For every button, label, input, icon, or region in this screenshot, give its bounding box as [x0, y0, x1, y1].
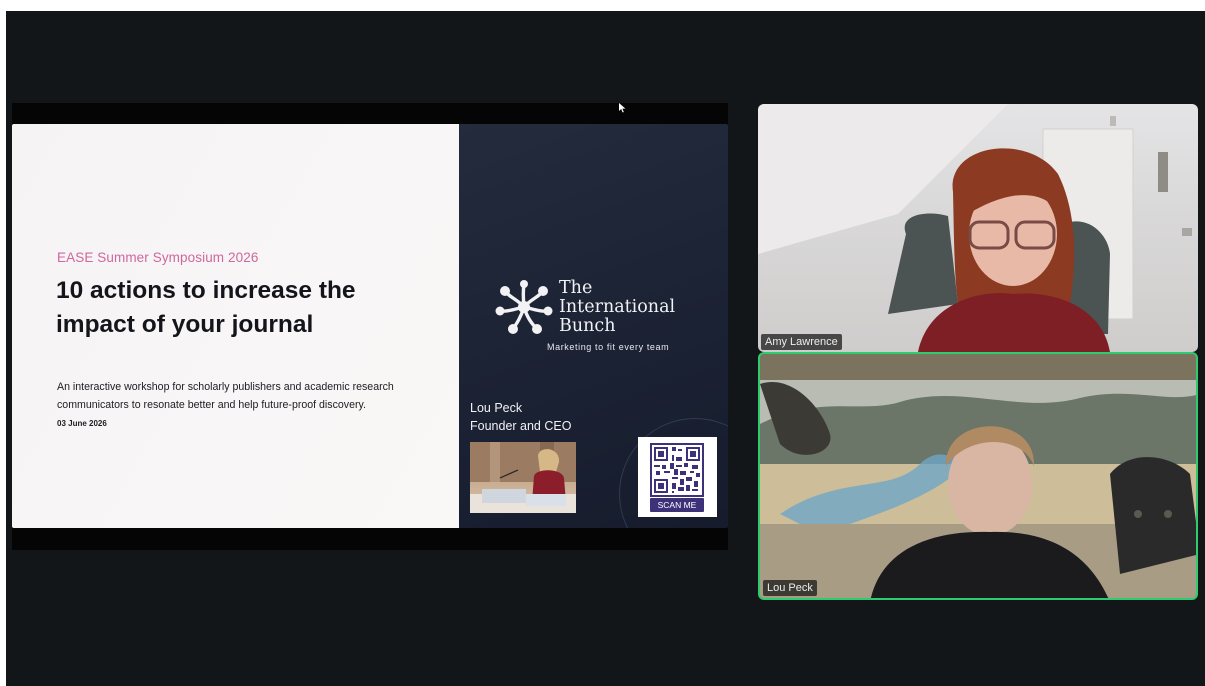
slide-description: An interactive workshop for scholarly pu…	[57, 381, 394, 411]
event-kicker: EASE Summer Symposium 2026	[57, 250, 259, 265]
brand-name: The International Bunch	[559, 278, 676, 336]
presenter-photo	[470, 442, 576, 513]
international-bunch-logo-icon	[495, 280, 553, 334]
participant-tile-lou[interactable]: Lou Peck	[758, 352, 1198, 600]
qr-code-icon	[650, 443, 704, 497]
presenter-name: Lou Peck	[470, 401, 523, 415]
brand-tagline: Marketing to fit every team	[547, 342, 670, 352]
slide-headline: 10 actions to increase the impact of you…	[56, 277, 356, 338]
mouse-cursor-icon	[619, 103, 626, 113]
slide-left-panel: EASE Summer Symposium 2026 10 actions to…	[12, 124, 459, 528]
participant-name-amy: Amy Lawrence	[761, 334, 842, 350]
video-feed-lou	[760, 354, 1196, 598]
video-feed-amy	[758, 104, 1192, 352]
participant-name-lou: Lou Peck	[763, 580, 817, 596]
shared-screen[interactable]: EASE Summer Symposium 2026 10 actions to…	[12, 103, 728, 550]
slide-right-panel: The International Bunch Marketing to fit…	[459, 124, 728, 528]
participant-tile-amy[interactable]: Amy Lawrence	[758, 104, 1198, 352]
presentation-slide: EASE Summer Symposium 2026 10 actions to…	[12, 124, 728, 528]
presenter-role: Founder and CEO	[470, 419, 572, 433]
scan-me-label: SCAN ME	[650, 498, 704, 512]
event-date: 03 June 2026	[57, 419, 107, 428]
qr-code-card[interactable]: SCAN ME	[638, 437, 717, 517]
